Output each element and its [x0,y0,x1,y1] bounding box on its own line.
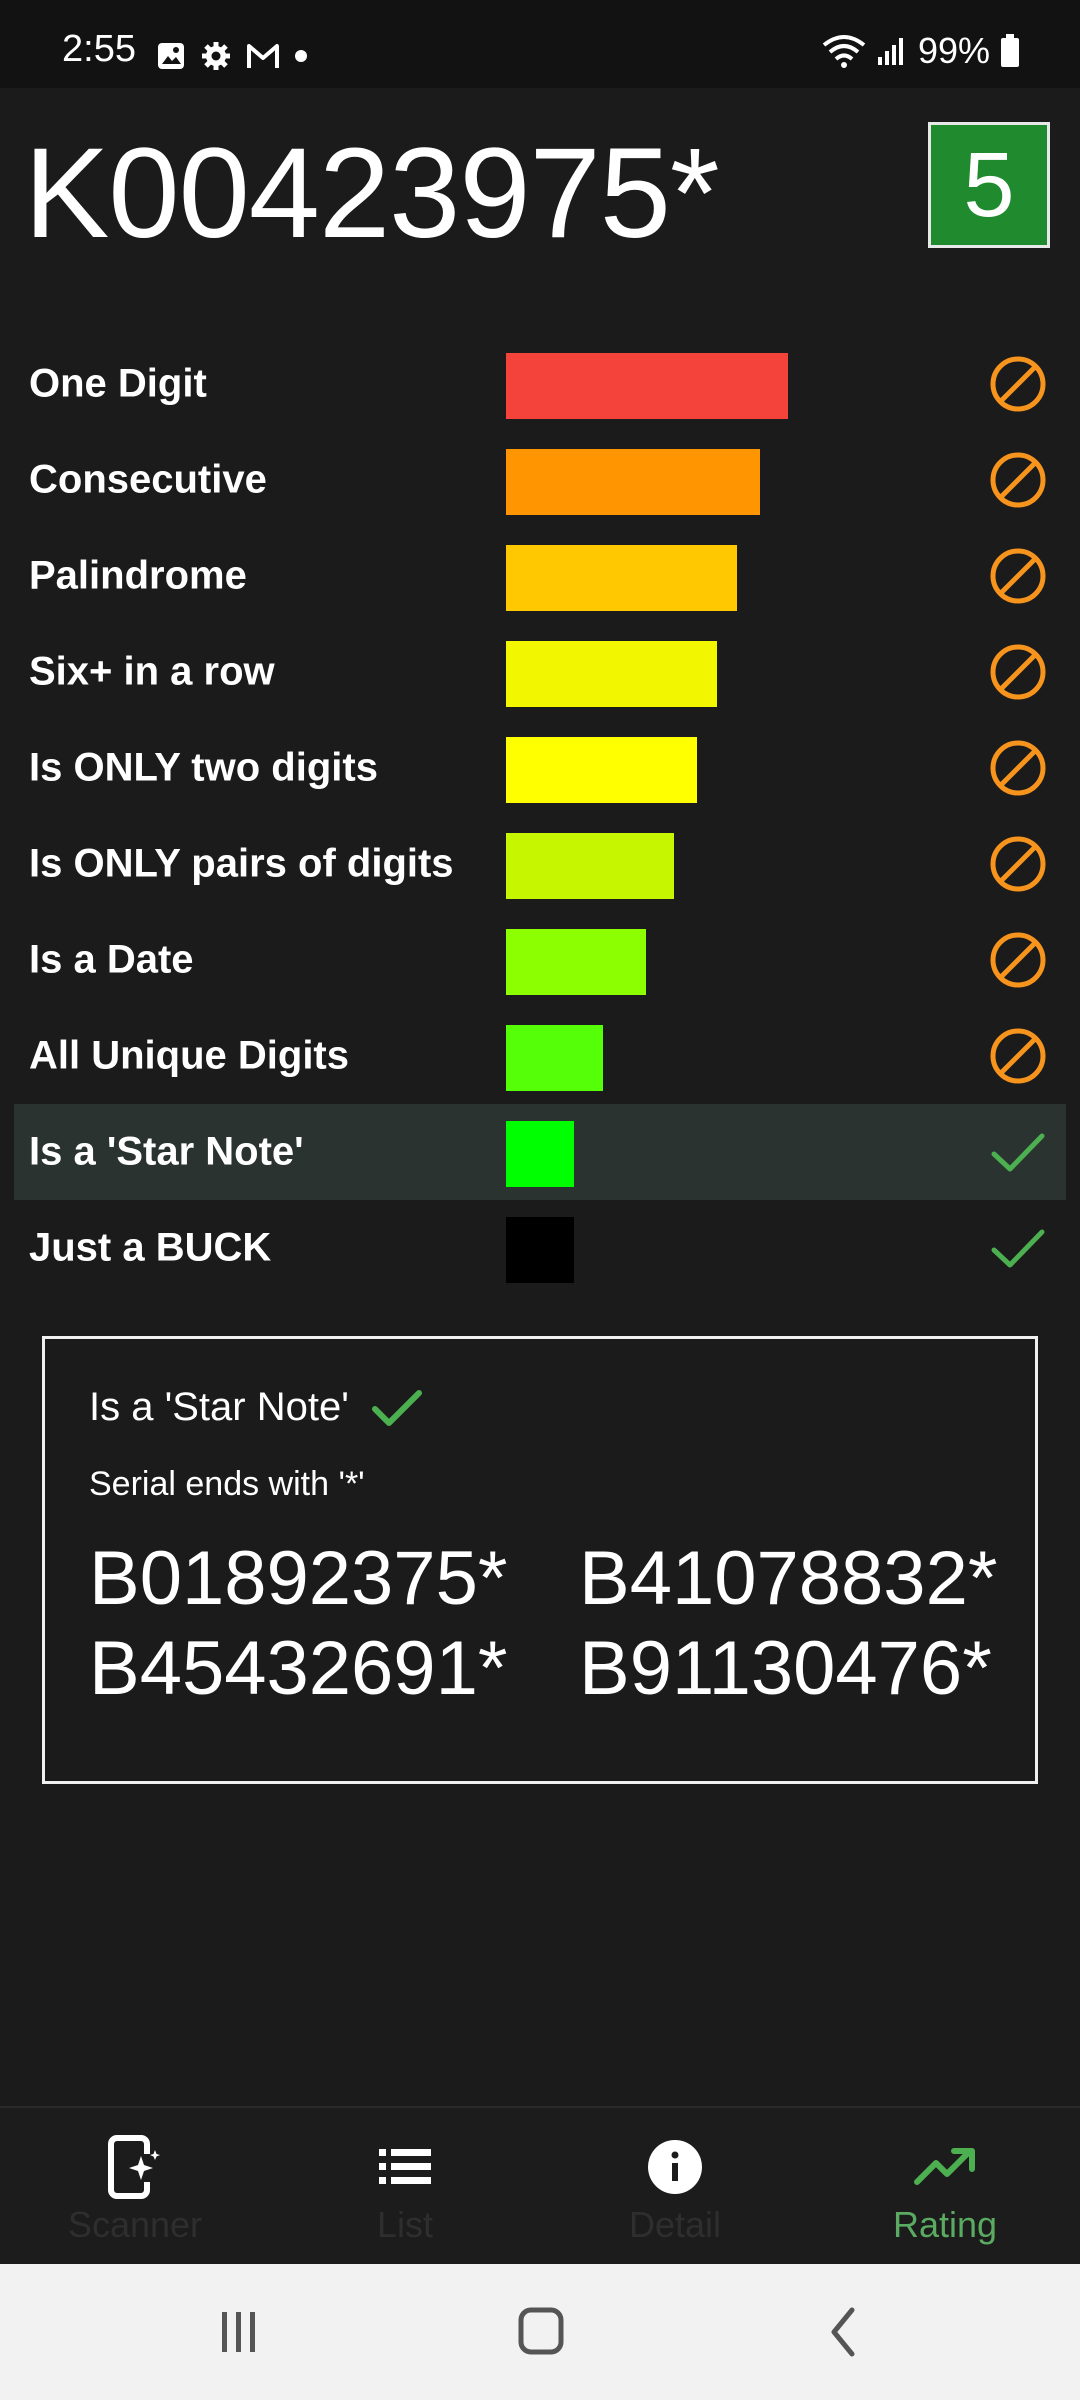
prohibited-icon [988,930,1048,990]
example-serial: B45432691* [89,1625,508,1711]
home-icon[interactable] [505,2300,577,2364]
trending-up-icon [914,2132,976,2202]
checkmark-icon [988,1218,1048,1278]
rating-label: Six+ in a row [29,649,275,694]
rating-row[interactable]: Is a Date [14,912,1066,1008]
rating-row[interactable]: All Unique Digits [14,1008,1066,1104]
rating-label: Is ONLY two digits [29,745,378,790]
battery-percent: 99% [917,30,990,71]
nav-label: Detail [628,2204,722,2245]
rating-bar [506,1025,603,1091]
rating-label: Is ONLY pairs of digits [29,841,454,886]
prohibited-icon [988,738,1048,798]
rating-bar [506,737,697,803]
nav-scanner[interactable]: Scanner [0,2108,270,2266]
score-badge: 5 [928,122,1050,248]
rating-bar [506,449,760,515]
bottom-nav: Scanner List Detail Rating [0,2106,1080,2266]
prohibited-icon [988,834,1048,894]
rating-row[interactable]: Is ONLY two digits [14,720,1066,816]
status-bar: 2:55 99% [0,0,1080,88]
signal-icon [877,38,903,65]
rating-row[interactable]: Just a BUCK [14,1200,1066,1296]
settings-gear-icon [202,42,230,70]
rating-label: All Unique Digits [29,1033,349,1078]
rating-bar [506,929,646,995]
gallery-icon [158,43,184,69]
card-subtitle: Serial ends with '*' [89,1465,365,1503]
nav-detail[interactable]: Detail [540,2108,810,2266]
rating-bar [506,1217,574,1283]
rating-label: One Digit [29,361,207,406]
prohibited-icon [988,1026,1048,1086]
rating-bar [506,353,788,419]
status-icons-right: 99% [822,30,1020,72]
info-icon [646,2132,704,2202]
prohibited-icon [988,450,1048,510]
rating-bar [506,545,737,611]
nav-rating[interactable]: Rating [810,2108,1080,2266]
rating-label: Palindrome [29,553,247,598]
example-serial: B91130476* [579,1625,992,1711]
status-icons-left [156,40,308,72]
nav-label: Rating [892,2204,998,2245]
checkmark-icon [371,1389,422,1426]
rating-list: One Digit Consecutive Palindrome Six+ in… [14,336,1066,1296]
card-title-row: Is a 'Star Note' [89,1385,423,1430]
rating-label: Is a 'Star Note' [29,1129,304,1174]
example-serial: B01892375* [89,1536,508,1621]
rating-label: Is a Date [29,937,194,982]
prohibited-icon [988,354,1048,414]
rating-row-selected[interactable]: Is a 'Star Note' [14,1104,1066,1200]
nav-label: List [376,2204,434,2245]
scanner-phone-icon [105,2132,165,2202]
card-title: Is a 'Star Note' [89,1385,349,1429]
back-icon[interactable] [808,2300,880,2364]
list-icon [377,2132,433,2202]
rating-bar [506,1121,574,1187]
prohibited-icon [988,642,1048,702]
rating-row[interactable]: Is ONLY pairs of digits [14,816,1066,912]
checkmark-icon [988,1122,1048,1182]
dot-icon [295,50,307,62]
rating-bar [506,641,717,707]
recent-apps-icon[interactable] [202,2300,274,2364]
nav-label: Scanner [67,2204,203,2245]
example-serial: B41078832* [579,1536,998,1621]
gmail-icon [247,44,279,68]
rating-row[interactable]: Six+ in a row [14,624,1066,720]
system-nav-bar [0,2264,1080,2400]
prohibited-icon [988,546,1048,606]
rating-label: Consecutive [29,457,267,502]
rating-row[interactable]: Consecutive [14,432,1066,528]
rating-row[interactable]: One Digit [14,336,1066,432]
serial-number: K00423975* [24,122,720,265]
wifi-icon [822,35,866,68]
rating-row[interactable]: Palindrome [14,528,1066,624]
status-time: 2:55 [62,28,136,70]
rating-bar [506,833,674,899]
rating-label: Just a BUCK [29,1225,272,1270]
nav-list[interactable]: List [270,2108,540,2266]
example-serials: B01892375* B41078832* B45432691* B911304… [89,1537,1009,1710]
battery-icon [1001,34,1019,67]
detail-card: Is a 'Star Note' Serial ends with '*' B0… [42,1336,1038,1784]
